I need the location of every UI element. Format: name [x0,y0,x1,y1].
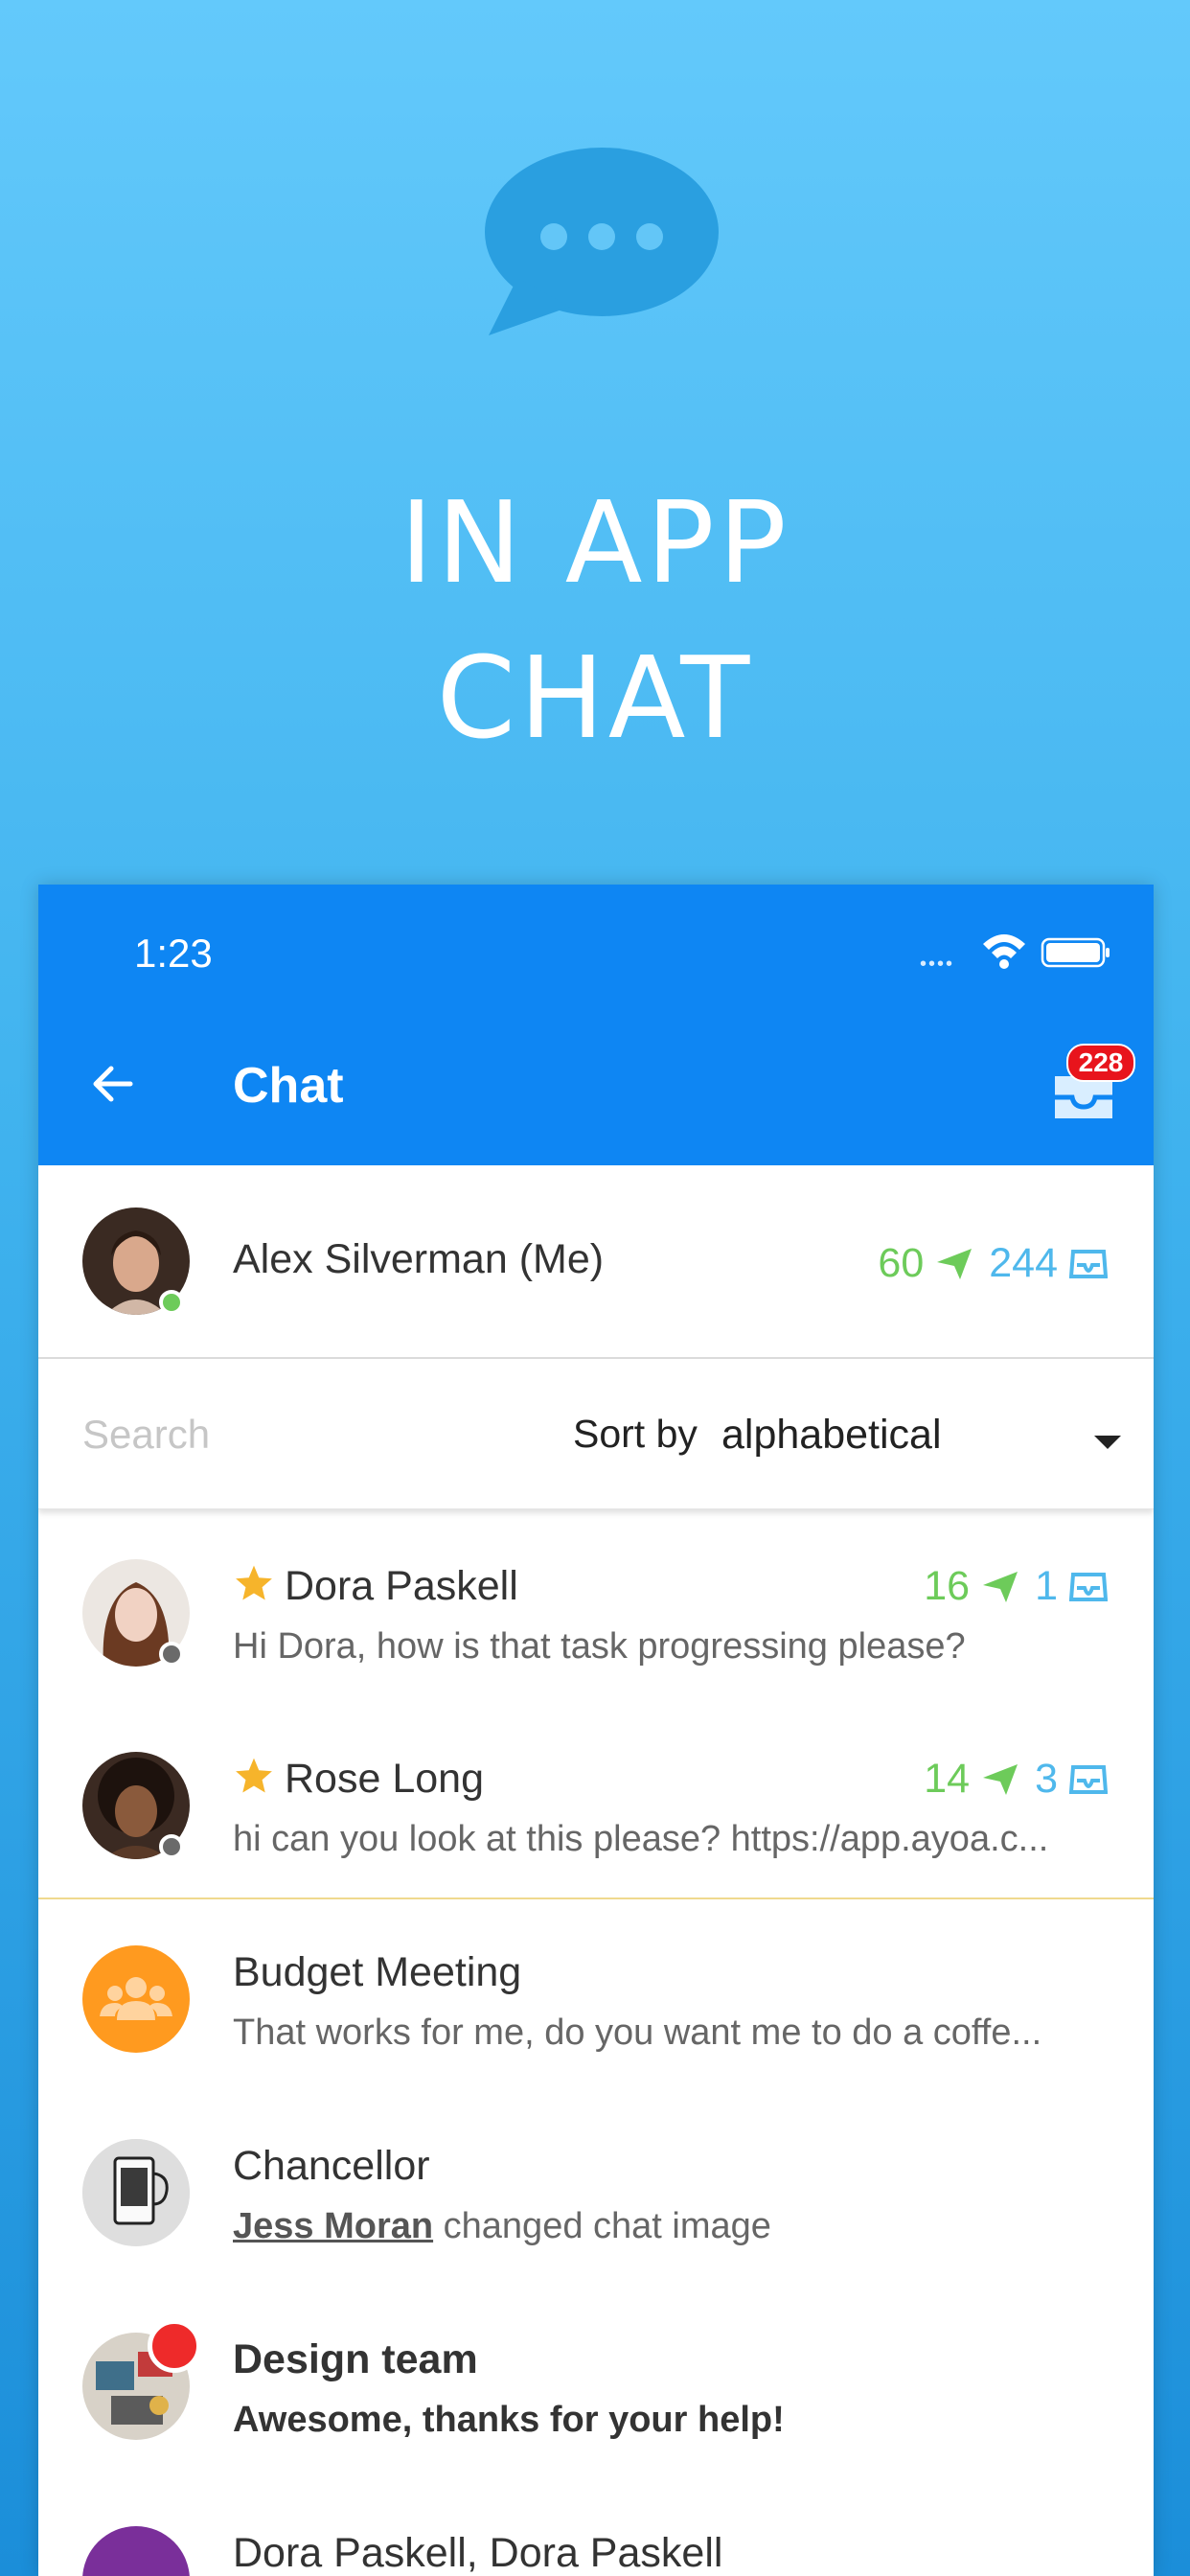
chat-name: Dora Paskell [233,1563,518,1610]
message-counts: 14 3 [924,1756,1108,1803]
favourites-divider [38,1898,1154,1899]
chat-preview: Hi Dora, how is that task progressing pl… [233,1626,966,1667]
message-counts: 16 1 [924,1563,1108,1610]
message-counts: 60 244 [878,1240,1108,1287]
chat-preview: Jess Moran changed chat image [233,2206,1114,2247]
sent-count: 16 [924,1563,971,1609]
offline-status-dot [159,1642,184,1667]
inbox-icon [1069,1249,1108,1278]
chat-row[interactable]: Design team Awesome, thanks for your hel… [38,2290,1154,2482]
received-count: 1 [1035,1563,1058,1609]
hero-title-line2: CHAT [436,632,754,764]
chat-preview-text: changed chat image [443,2206,771,2246]
received-count: 244 [989,1240,1058,1286]
avatar [82,2139,190,2246]
chat-preview: hi can you look at this please? https://… [233,1819,1049,1859]
inbox-badge: 228 [1066,1044,1135,1082]
chat-name: Dora Paskell, Dora Paskell [233,2530,723,2576]
app-bar: 1:23 •••• Chat 228 [38,885,1154,1165]
sent-count: 60 [878,1240,925,1286]
hero-title-line1: IN APP [400,476,790,609]
chat-preview: That works for me, do you want me to do … [233,2012,1042,2053]
inbox-button[interactable]: 228 [1049,1044,1135,1139]
chat-preview: Awesome, thanks for your help! [233,2400,785,2440]
status-time: 1:23 [134,931,213,976]
chat-row[interactable]: Dora Paskell 16 1 Hi Dora, how is that t… [38,1517,1154,1709]
star-icon [236,1565,272,1600]
back-arrow-icon[interactable] [86,1057,140,1111]
chat-name-text: Dora Paskell [285,1563,518,1609]
chat-name: Design team [233,2336,478,2382]
sort-label: Sort by [573,1412,698,1456]
page-title: Chat [233,1058,344,1114]
chat-row[interactable]: Dora Paskell, Dora Paskell [38,2484,1154,2576]
signal-icon: •••• [920,954,955,975]
send-icon [983,1763,1018,1795]
chevron-down-icon[interactable] [1094,1436,1121,1449]
chat-name: Budget Meeting [233,1949,522,1995]
online-status-dot [159,1290,184,1315]
search-input[interactable]: Search [82,1412,210,1458]
chat-row[interactable]: Rose Long 14 3 hi can you look at this p… [38,1710,1154,1901]
chat-name: Chancellor [233,2143,430,2189]
hero-title: IN APP CHAT [0,465,1190,775]
group-avatar [82,1945,190,2053]
user-link[interactable]: Jess Moran [233,2206,433,2246]
wifi-icon [983,934,1025,969]
phone-screen: 1:23 •••• Chat 228 Alex Silverman (Me) 6… [38,885,1154,2576]
offline-status-dot [159,1834,184,1859]
inbox-icon [1069,1764,1108,1794]
search-sort-bar: Search Sort by alphabetical [38,1359,1154,1509]
sent-count: 14 [924,1756,971,1802]
chat-row[interactable]: Chancellor Jess Moran changed chat image [38,2097,1154,2288]
sort-select[interactable]: alphabetical [721,1412,942,1459]
send-icon [937,1248,973,1279]
chat-name: Rose Long [233,1756,484,1803]
chat-bubble-icon [485,148,719,335]
star-icon [236,1758,272,1793]
my-profile-row[interactable]: Alex Silverman (Me) 60 244 [38,1165,1154,1359]
chat-row[interactable]: Budget Meeting That works for me, do you… [38,1903,1154,2095]
send-icon [983,1571,1018,1602]
avatar [82,2526,190,2576]
unread-indicator [148,2319,201,2373]
chat-name-text: Rose Long [285,1756,484,1802]
mug-icon [82,2139,190,2246]
my-name: Alex Silverman (Me) [233,1236,605,1282]
inbox-icon [1069,1572,1108,1601]
battery-icon [1041,937,1110,968]
group-icon [100,1977,172,2020]
received-count: 3 [1035,1756,1058,1802]
